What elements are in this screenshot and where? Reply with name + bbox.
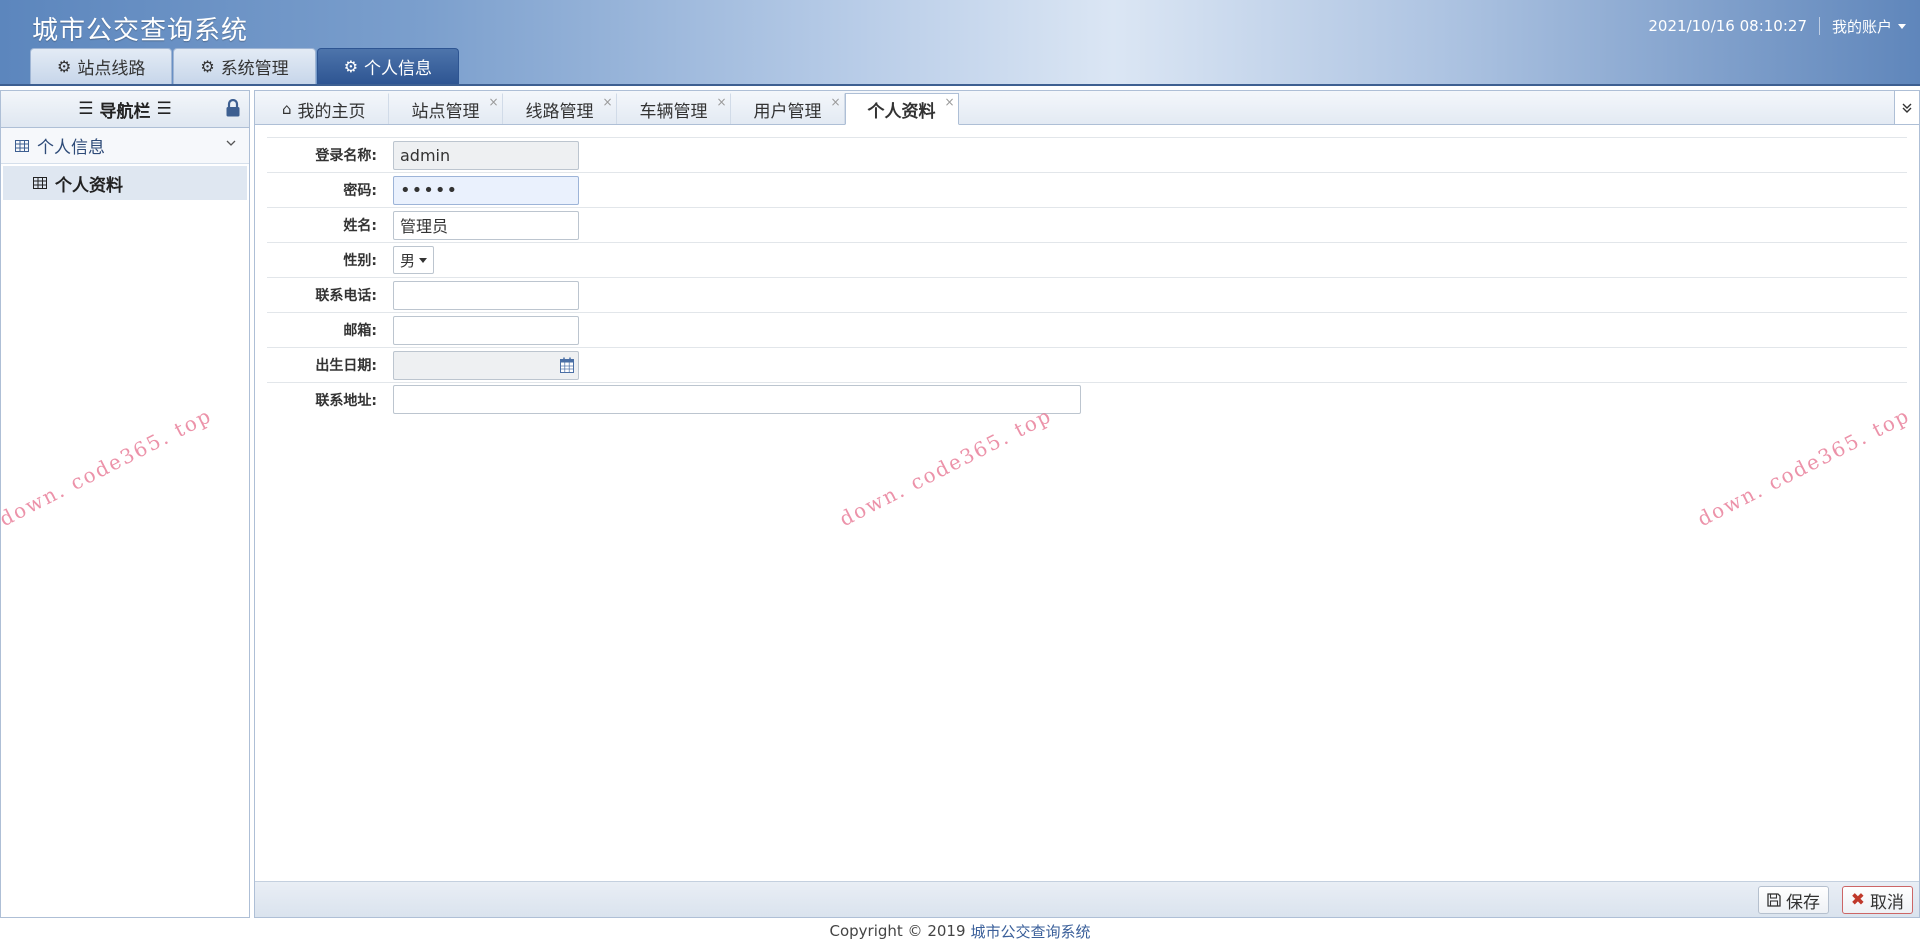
login-name-input[interactable]: [393, 140, 579, 170]
chevron-down-icon: [226, 140, 236, 146]
form-row-phone: 联系电话:: [267, 277, 1907, 312]
form-row-password: 密码:: [267, 172, 1907, 207]
close-icon[interactable]: ×: [944, 95, 954, 109]
top-menu: ⚙ 站点线路 ⚙ 系统管理 ⚙ 个人信息: [30, 48, 460, 84]
password-label: 密码:: [343, 183, 377, 199]
tab-label: 站点管理: [411, 101, 480, 122]
sidebar-item-profile[interactable]: 个人资料: [3, 166, 247, 200]
name-input[interactable]: [393, 210, 579, 240]
top-menu-label: 站点线路: [77, 59, 146, 79]
main-panel: ⌂ 我的主页 站点管理 × 线路管理 × 车辆管理 × 用户管理 × 个人资料 …: [254, 90, 1920, 918]
address-label: 联系地址:: [315, 392, 377, 409]
form-row-gender: 性别: 男: [267, 242, 1907, 277]
top-menu-label: 个人信息: [364, 59, 433, 79]
save-button[interactable]: 保存: [1758, 886, 1829, 914]
gear-icon: ⚙: [57, 57, 72, 76]
home-icon: ⌂: [282, 100, 292, 118]
table-icon: [33, 177, 47, 189]
top-menu-personal-info[interactable]: ⚙ 个人信息: [316, 48, 460, 84]
tab-vehicle-management[interactable]: 车辆管理 ×: [617, 93, 731, 124]
tab-scroll-down-button[interactable]: [1894, 91, 1919, 124]
tab-bar: ⌂ 我的主页 站点管理 × 线路管理 × 车辆管理 × 用户管理 × 个人资料 …: [255, 91, 1919, 125]
double-chevron-down-icon: [1902, 103, 1912, 113]
login-name-label: 登录名称:: [315, 148, 377, 164]
lock-icon[interactable]: [225, 99, 241, 117]
top-menu-label: 系统管理: [220, 59, 289, 79]
birthdate-label: 出生日期:: [315, 358, 377, 374]
top-menu-stations-routes[interactable]: ⚙ 站点线路: [30, 48, 173, 84]
caret-down-icon: [1898, 23, 1906, 29]
tab-home[interactable]: ⌂ 我的主页: [259, 93, 389, 124]
calendar-icon[interactable]: [560, 357, 574, 373]
gear-icon: ⚙: [200, 57, 215, 76]
top-menu-system-management[interactable]: ⚙ 系统管理: [173, 48, 316, 84]
form-row-name: 姓名:: [267, 207, 1907, 242]
sidebar-group-personal-info[interactable]: 个人信息: [1, 128, 249, 164]
save-icon: [1767, 893, 1781, 907]
address-input[interactable]: [393, 385, 1081, 414]
birthdate-input[interactable]: [393, 350, 579, 380]
form-action-bar: 保存 ✖ 取消: [255, 881, 1919, 917]
tab-station-management[interactable]: 站点管理 ×: [389, 93, 503, 124]
tab-label: 用户管理: [753, 101, 822, 122]
phone-input[interactable]: [393, 280, 579, 310]
sidebar-group-label: 个人信息: [37, 138, 105, 158]
tab-user-management[interactable]: 用户管理 ×: [731, 93, 845, 124]
table-icon: [15, 139, 29, 152]
tab-profile[interactable]: 个人资料 ×: [844, 93, 959, 125]
name-label: 姓名:: [343, 218, 377, 234]
save-label: 保存: [1786, 892, 1820, 913]
gender-label: 性别:: [343, 253, 377, 269]
sidebar: ☰ 导航栏 ☰ 个人信息 个人资料: [0, 90, 250, 918]
tab-label: 车辆管理: [639, 101, 708, 122]
form-row-address: 联系地址:: [267, 382, 1907, 417]
account-menu[interactable]: 我的账户: [1832, 16, 1920, 37]
tab-route-management[interactable]: 线路管理 ×: [503, 93, 617, 124]
app-title: 城市公交查询系统: [32, 16, 249, 46]
profile-form: 登录名称: 密码: 姓名: 性别: 男 联系电话: 邮箱: 出生日期:: [267, 137, 1907, 417]
form-row-birthdate: 出生日期:: [267, 347, 1907, 382]
cancel-label: 取消: [1870, 892, 1904, 913]
form-row-email: 邮箱:: [267, 312, 1907, 347]
sidebar-item-label: 个人资料: [55, 175, 123, 196]
sidebar-title: 导航栏: [99, 101, 151, 122]
gender-select[interactable]: 男: [393, 246, 435, 274]
gear-icon: ⚙: [343, 57, 359, 76]
caret-down-icon: [419, 257, 428, 263]
password-input[interactable]: [393, 175, 579, 205]
tab-label: 线路管理: [525, 101, 594, 122]
menu-bars-icon: ☰: [78, 99, 94, 119]
account-label: 我的账户: [1831, 17, 1892, 36]
tab-label: 个人资料: [867, 101, 936, 122]
cancel-button[interactable]: ✖ 取消: [1841, 886, 1913, 914]
close-icon[interactable]: ×: [488, 95, 498, 109]
sidebar-header: ☰ 导航栏 ☰: [1, 91, 249, 128]
form-row-login-name: 登录名称:: [267, 137, 1907, 172]
gender-value: 男: [400, 251, 416, 270]
close-icon[interactable]: ×: [602, 95, 612, 109]
footer: Copyright © 2019 城市公交查询系统: [0, 918, 1920, 944]
close-icon[interactable]: ×: [830, 95, 840, 109]
footer-link[interactable]: 城市公交查询系统: [971, 921, 1091, 942]
header-right: 2021/10/16 08:10:27 我的账户: [1648, 14, 1920, 38]
close-icon: ✖: [1850, 890, 1865, 910]
birthdate-picker: [393, 350, 579, 380]
datetime-display: 2021/10/16 08:10:27: [1648, 17, 1820, 35]
email-input[interactable]: [393, 315, 579, 345]
phone-label: 联系电话:: [315, 288, 377, 304]
close-icon[interactable]: ×: [716, 95, 726, 109]
app-header: 城市公交查询系统 2021/10/16 08:10:27 我的账户 ⚙ 站点线路…: [0, 0, 1920, 86]
copyright-text: Copyright © 2019: [829, 922, 966, 940]
tab-label: 我的主页: [297, 101, 366, 122]
menu-bars-icon: ☰: [156, 99, 172, 119]
email-label: 邮箱:: [343, 323, 377, 339]
